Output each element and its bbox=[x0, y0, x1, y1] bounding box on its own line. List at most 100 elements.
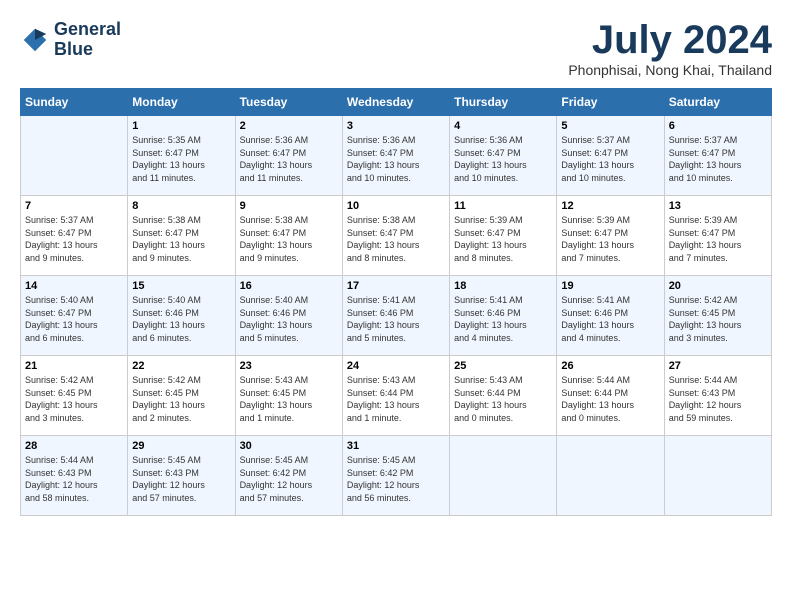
day-number: 30 bbox=[240, 440, 338, 452]
day-number: 18 bbox=[454, 280, 552, 292]
day-number: 12 bbox=[561, 200, 659, 212]
calendar-header: SundayMondayTuesdayWednesdayThursdayFrid… bbox=[21, 89, 772, 116]
calendar-week: 21 Sunrise: 5:42 AMSunset: 6:45 PMDayligh… bbox=[21, 356, 772, 436]
day-info: Sunrise: 5:37 AMSunset: 6:47 PMDaylight:… bbox=[25, 214, 123, 264]
day-number: 1 bbox=[132, 120, 230, 132]
day-info: Sunrise: 5:43 AMSunset: 6:44 PMDaylight:… bbox=[454, 374, 552, 424]
header-day: Monday bbox=[128, 89, 235, 116]
day-number: 16 bbox=[240, 280, 338, 292]
logo: General Blue bbox=[20, 20, 121, 60]
day-info: Sunrise: 5:42 AMSunset: 6:45 PMDaylight:… bbox=[25, 374, 123, 424]
day-info: Sunrise: 5:42 AMSunset: 6:45 PMDaylight:… bbox=[132, 374, 230, 424]
day-info: Sunrise: 5:40 AMSunset: 6:46 PMDaylight:… bbox=[132, 294, 230, 344]
logo-icon bbox=[20, 25, 50, 55]
calendar-cell: 12 Sunrise: 5:39 AMSunset: 6:47 PMDayligh… bbox=[557, 196, 664, 276]
day-number: 17 bbox=[347, 280, 445, 292]
calendar-table: SundayMondayTuesdayWednesdayThursdayFrid… bbox=[20, 88, 772, 516]
day-info: Sunrise: 5:45 AMSunset: 6:42 PMDaylight:… bbox=[347, 454, 445, 504]
calendar-cell: 17Sunrise: 5:41 AMSunset: 6:46 PMDayligh… bbox=[342, 276, 449, 356]
calendar-cell: 31 Sunrise: 5:45 AMSunset: 6:42 PMDayligh… bbox=[342, 436, 449, 516]
title-area: July 2024 Phonphisai, Nong Khai, Thailan… bbox=[568, 20, 772, 78]
day-number: 4 bbox=[454, 120, 552, 132]
header: General Blue July 2024 Phonphisai, Nong … bbox=[20, 20, 772, 78]
day-info: Sunrise: 5:41 AMSunset: 6:46 PMDaylight:… bbox=[454, 294, 552, 344]
calendar-cell: 30Sunrise: 5:45 AMSunset: 6:42 PMDayligh… bbox=[235, 436, 342, 516]
header-day: Wednesday bbox=[342, 89, 449, 116]
calendar-cell: 21 Sunrise: 5:42 AMSunset: 6:45 PMDayligh… bbox=[21, 356, 128, 436]
calendar-cell: 20Sunrise: 5:42 AMSunset: 6:45 PMDayligh… bbox=[664, 276, 771, 356]
calendar-cell: 2Sunrise: 5:36 AMSunset: 6:47 PMDaylight… bbox=[235, 116, 342, 196]
day-number: 27 bbox=[669, 360, 767, 372]
calendar-cell: 29 Sunrise: 5:45 AMSunset: 6:43 PMDayligh… bbox=[128, 436, 235, 516]
day-info: Sunrise: 5:44 AMSunset: 6:44 PMDaylight:… bbox=[561, 374, 659, 424]
day-info: Sunrise: 5:43 AMSunset: 6:45 PMDaylight:… bbox=[240, 374, 338, 424]
header-day: Tuesday bbox=[235, 89, 342, 116]
calendar-cell: 10 Sunrise: 5:38 AMSunset: 6:47 PMDayligh… bbox=[342, 196, 449, 276]
day-info: Sunrise: 5:37 AMSunset: 6:47 PMDaylight:… bbox=[561, 134, 659, 184]
day-info: Sunrise: 5:45 AMSunset: 6:43 PMDaylight:… bbox=[132, 454, 230, 504]
day-info: Sunrise: 5:43 AMSunset: 6:44 PMDaylight:… bbox=[347, 374, 445, 424]
day-info: Sunrise: 5:41 AMSunset: 6:46 PMDaylight:… bbox=[561, 294, 659, 344]
calendar-cell: 5 Sunrise: 5:37 AMSunset: 6:47 PMDaylight… bbox=[557, 116, 664, 196]
day-number: 22 bbox=[132, 360, 230, 372]
day-number: 25 bbox=[454, 360, 552, 372]
calendar-cell: 15Sunrise: 5:40 AMSunset: 6:46 PMDayligh… bbox=[128, 276, 235, 356]
calendar-week: 7 Sunrise: 5:37 AMSunset: 6:47 PMDaylight… bbox=[21, 196, 772, 276]
day-info: Sunrise: 5:36 AMSunset: 6:47 PMDaylight:… bbox=[347, 134, 445, 184]
day-number: 26 bbox=[561, 360, 659, 372]
calendar-cell: 1 Sunrise: 5:35 AMSunset: 6:47 PMDaylight… bbox=[128, 116, 235, 196]
day-number: 31 bbox=[347, 440, 445, 452]
day-info: Sunrise: 5:37 AMSunset: 6:47 PMDaylight:… bbox=[669, 134, 767, 184]
day-number: 11 bbox=[454, 200, 552, 212]
calendar-cell: 16 Sunrise: 5:40 AMSunset: 6:46 PMDayligh… bbox=[235, 276, 342, 356]
calendar-week: 28 Sunrise: 5:44 AMSunset: 6:43 PMDayligh… bbox=[21, 436, 772, 516]
day-info: Sunrise: 5:36 AMSunset: 6:47 PMDaylight:… bbox=[454, 134, 552, 184]
calendar-cell: 14Sunrise: 5:40 AMSunset: 6:47 PMDayligh… bbox=[21, 276, 128, 356]
location: Phonphisai, Nong Khai, Thailand bbox=[568, 62, 772, 78]
day-info: Sunrise: 5:39 AMSunset: 6:47 PMDaylight:… bbox=[454, 214, 552, 264]
day-number: 19 bbox=[561, 280, 659, 292]
day-number: 28 bbox=[25, 440, 123, 452]
day-info: Sunrise: 5:42 AMSunset: 6:45 PMDaylight:… bbox=[669, 294, 767, 344]
day-number: 9 bbox=[240, 200, 338, 212]
day-info: Sunrise: 5:44 AMSunset: 6:43 PMDaylight:… bbox=[669, 374, 767, 424]
calendar-cell: 13Sunrise: 5:39 AMSunset: 6:47 PMDayligh… bbox=[664, 196, 771, 276]
header-day: Saturday bbox=[664, 89, 771, 116]
calendar-cell bbox=[557, 436, 664, 516]
day-info: Sunrise: 5:40 AMSunset: 6:47 PMDaylight:… bbox=[25, 294, 123, 344]
day-number: 13 bbox=[669, 200, 767, 212]
day-number: 23 bbox=[240, 360, 338, 372]
calendar-cell: 11 Sunrise: 5:39 AMSunset: 6:47 PMDayligh… bbox=[450, 196, 557, 276]
calendar-cell bbox=[21, 116, 128, 196]
header-row: SundayMondayTuesdayWednesdayThursdayFrid… bbox=[21, 89, 772, 116]
calendar-cell: 22 Sunrise: 5:42 AMSunset: 6:45 PMDayligh… bbox=[128, 356, 235, 436]
calendar-cell: 3 Sunrise: 5:36 AMSunset: 6:47 PMDaylight… bbox=[342, 116, 449, 196]
calendar-body: 1 Sunrise: 5:35 AMSunset: 6:47 PMDaylight… bbox=[21, 116, 772, 516]
calendar-cell: 7 Sunrise: 5:37 AMSunset: 6:47 PMDaylight… bbox=[21, 196, 128, 276]
day-number: 21 bbox=[25, 360, 123, 372]
day-number: 7 bbox=[25, 200, 123, 212]
header-day: Thursday bbox=[450, 89, 557, 116]
day-info: Sunrise: 5:38 AMSunset: 6:47 PMDaylight:… bbox=[347, 214, 445, 264]
calendar-cell: 24 Sunrise: 5:43 AMSunset: 6:44 PMDayligh… bbox=[342, 356, 449, 436]
day-info: Sunrise: 5:36 AMSunset: 6:47 PMDaylight:… bbox=[240, 134, 338, 184]
day-info: Sunrise: 5:44 AMSunset: 6:43 PMDaylight:… bbox=[25, 454, 123, 504]
calendar-week: 1 Sunrise: 5:35 AMSunset: 6:47 PMDaylight… bbox=[21, 116, 772, 196]
day-number: 24 bbox=[347, 360, 445, 372]
day-number: 3 bbox=[347, 120, 445, 132]
day-number: 29 bbox=[132, 440, 230, 452]
day-info: Sunrise: 5:35 AMSunset: 6:47 PMDaylight:… bbox=[132, 134, 230, 184]
logo-line2: Blue bbox=[54, 40, 121, 60]
calendar-cell: 6 Sunrise: 5:37 AMSunset: 6:47 PMDaylight… bbox=[664, 116, 771, 196]
day-number: 5 bbox=[561, 120, 659, 132]
logo-line1: General bbox=[54, 20, 121, 40]
calendar-cell: 26 Sunrise: 5:44 AMSunset: 6:44 PMDayligh… bbox=[557, 356, 664, 436]
day-number: 6 bbox=[669, 120, 767, 132]
calendar-cell: 8Sunrise: 5:38 AMSunset: 6:47 PMDaylight… bbox=[128, 196, 235, 276]
calendar-cell: 28 Sunrise: 5:44 AMSunset: 6:43 PMDayligh… bbox=[21, 436, 128, 516]
calendar-cell: 9Sunrise: 5:38 AMSunset: 6:47 PMDaylight… bbox=[235, 196, 342, 276]
day-info: Sunrise: 5:39 AMSunset: 6:47 PMDaylight:… bbox=[561, 214, 659, 264]
calendar-cell bbox=[664, 436, 771, 516]
day-info: Sunrise: 5:40 AMSunset: 6:46 PMDaylight:… bbox=[240, 294, 338, 344]
day-number: 10 bbox=[347, 200, 445, 212]
